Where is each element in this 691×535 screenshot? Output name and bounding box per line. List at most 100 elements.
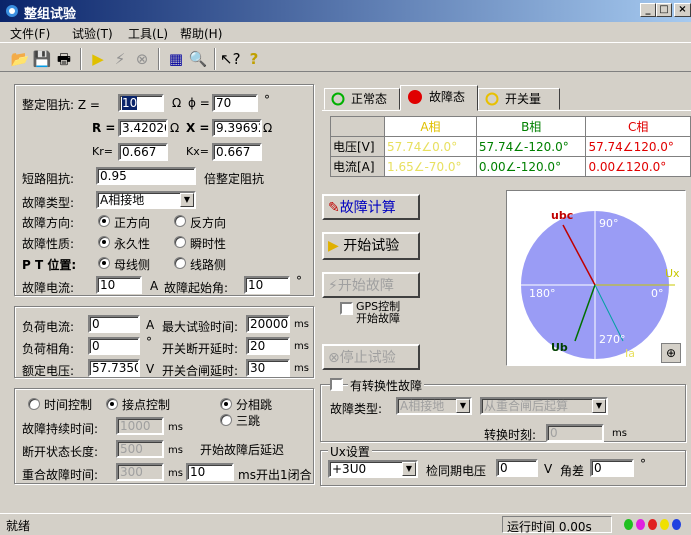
stop-button[interactable]: ⊗停止试验 [322,344,420,370]
angle-input[interactable]: 10 [244,276,290,294]
three-phase-radio[interactable] [220,414,232,426]
play-icon: ▶ [328,238,344,254]
menu-help[interactable]: 帮助(H) [180,25,222,42]
z-label: 整定阻抗: Z = [22,98,100,112]
contact-ctrl-label: 接点控制 [122,398,171,412]
angle-unit: ° [296,274,302,288]
circle-green-icon [331,92,345,106]
label-90: 90° [599,217,619,230]
conversion-type-label: 故障类型: [330,402,383,416]
phi-unit: ° [264,93,270,107]
nature-inst-radio[interactable] [174,236,186,248]
indicator-magenta-icon [636,519,645,530]
tab-switch[interactable]: 开关量 [478,88,560,110]
conversion-type-select[interactable]: A相接地 ▼ [396,397,472,415]
lightning-icon[interactable]: ⚡ [110,49,130,69]
load-i-input[interactable]: 0 [88,315,140,333]
tab-fault[interactable]: 故障态 [400,85,478,111]
max-time-input[interactable]: 20000 [246,315,290,333]
stop-icon[interactable]: ⊗ [132,49,152,69]
ux-sync-input[interactable]: 0 [496,459,538,477]
context-help-icon[interactable]: ↖? [220,49,241,69]
cell-va[interactable]: 57.74∠0.0° [384,136,477,157]
cell-ic[interactable]: 0.00∠120.0° [585,156,691,177]
phasor-panel: 90° 180° 0° 270° ubc Ux Ub Ia ⊕ [506,190,686,366]
delay-suffix: ms开出1闭合 [238,468,312,482]
help-icon[interactable]: ? [244,49,264,69]
header-a: A相 [384,116,477,137]
runtime-text: 运行时间 0.00s [507,520,592,534]
print-icon[interactable]: 🖶 [54,49,74,69]
open-icon[interactable]: 📂 [10,49,30,69]
load-a-input[interactable]: 0 [88,337,140,355]
menu-test[interactable]: 试验(T) [72,25,113,42]
title-bar: 整组试验 _ □ × [0,0,691,22]
conversion-time-label: 转换时刻: [484,428,537,442]
start-test-button[interactable]: ▶ 开始试验 [322,232,420,260]
split-phase-radio[interactable] [220,398,232,410]
duration-unit: ms [168,422,183,433]
z-input[interactable]: 10 [118,94,164,112]
gps-label: GPS控制 开始故障 [356,300,401,325]
ux-angle-input[interactable]: 0 [590,459,634,477]
off-len-input[interactable]: 500 [116,440,164,458]
cell-vb[interactable]: 57.74∠-120.0° [475,136,587,157]
gps-checkbox[interactable] [340,302,353,315]
save-icon[interactable]: 💾 [32,49,52,69]
close-delay-input[interactable]: 30 [246,359,290,377]
delay-input[interactable]: 10 [186,463,234,481]
indicator-green-icon [624,519,633,530]
time-ctrl-radio[interactable] [28,398,40,410]
pt-line-radio[interactable] [174,257,186,269]
phi-input[interactable]: 70 [212,94,258,112]
maximize-button[interactable]: □ [656,3,672,17]
close-button[interactable]: × [674,3,691,17]
label-270: 270° [599,333,626,346]
current-input[interactable]: 10 [96,276,142,294]
minimize-button[interactable]: _ [640,3,656,17]
x-input[interactable]: 9.39692 [212,119,262,137]
x-unit: Ω [263,121,273,135]
label-180: 180° [529,287,556,300]
cell-vc[interactable]: 57.74∠120.0° [585,136,691,157]
direction-fwd-radio[interactable] [98,215,110,227]
kr-input[interactable]: 0.667 [118,143,168,161]
tab-normal[interactable]: 正常态 [324,88,400,110]
start-fault-button[interactable]: ⚡开始故障 [322,272,420,298]
duration-label: 故障持续时间: [22,422,99,436]
rated-v-input[interactable]: 57.7350 [88,359,140,377]
duration-input[interactable]: 1000 [116,417,164,435]
direction-rev-label: 反方向 [190,216,227,230]
r-label: R = [92,121,116,135]
conversion-from-select[interactable]: 从重合闸后起算 ▼ [480,397,608,415]
kr-label: Kr= [92,145,113,158]
conversion-time-input[interactable]: 0 [546,424,604,442]
zoom-icon[interactable]: 🔍 [188,49,208,69]
calculator-icon[interactable]: ▦ [166,49,186,69]
max-time-unit: ms [294,319,309,330]
short-unit: 倍整定阻抗 [204,172,265,186]
open-delay-input[interactable]: 20 [246,337,290,355]
menu-file[interactable]: 文件(F) [10,25,50,42]
phasor-diagram [521,211,675,359]
reclose-input[interactable]: 300 [116,463,164,481]
fault-type-select[interactable]: A相接地 ▼ [96,191,196,209]
fault-type-label: 故障类型: [22,196,75,210]
pt-bus-radio[interactable] [98,257,110,269]
conversion-checkbox[interactable] [330,378,343,391]
direction-rev-radio[interactable] [174,215,186,227]
contact-ctrl-radio[interactable] [106,398,118,410]
stop-icon: ⊗ [328,350,340,366]
zoom-icon[interactable]: ⊕ [661,343,681,363]
play-icon[interactable]: ▶ [88,49,108,69]
r-input[interactable]: 3.42020 [118,119,168,137]
rated-v-unit: V [146,362,155,376]
short-input[interactable]: 0.95 [96,167,196,185]
menu-tools[interactable]: 工具(L) [128,25,168,42]
calc-button[interactable]: ✎故障计算 [322,194,420,220]
ux-select[interactable]: +3U0 ▼ [328,460,418,478]
kx-input[interactable]: 0.667 [212,143,262,161]
cell-ia[interactable]: 1.65∠-70.0° [384,156,477,177]
nature-perm-radio[interactable] [98,236,110,248]
cell-ib[interactable]: 0.00∠-120.0° [475,156,587,177]
